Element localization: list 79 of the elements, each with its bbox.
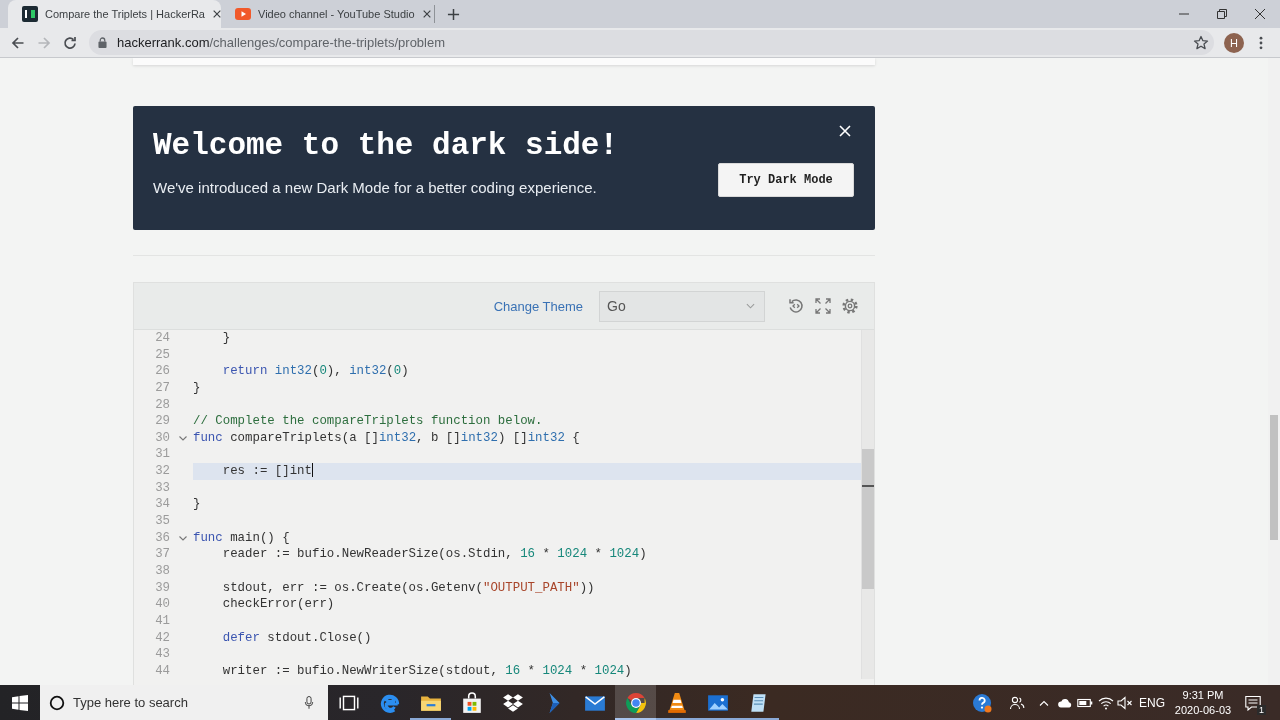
line-number: 36 xyxy=(154,529,170,547)
line-number: 32 xyxy=(154,463,170,480)
scroll-marker-icon xyxy=(862,485,874,487)
traffic-cone-icon xyxy=(665,691,688,714)
chevron-up-icon[interactable] xyxy=(1039,699,1049,706)
menu-icon[interactable] xyxy=(1259,35,1263,50)
line-number: 27 xyxy=(154,379,170,397)
line-number: 35 xyxy=(154,513,170,530)
line-number: 39 xyxy=(154,579,170,597)
code-line: } xyxy=(193,497,201,512)
line-number: 30 xyxy=(154,429,170,447)
line-number: 40 xyxy=(154,596,170,613)
browser-tab[interactable]: Video channel - YouTube Studio xyxy=(221,0,434,28)
chevron-down-icon xyxy=(746,303,755,309)
shopping-bag-icon xyxy=(460,691,483,714)
search-icon xyxy=(49,695,65,711)
line-number: 31 xyxy=(154,446,170,464)
circle-logo-icon xyxy=(624,691,647,714)
line-number: 24 xyxy=(154,330,170,347)
language-indicator[interactable]: ENG xyxy=(1139,695,1165,710)
back-icon[interactable] xyxy=(10,34,26,51)
new-tab-icon[interactable] xyxy=(447,7,460,21)
restore-icon[interactable] xyxy=(1217,9,1227,19)
help-icon[interactable] xyxy=(972,692,992,713)
line-number: 28 xyxy=(154,396,170,414)
lock-icon xyxy=(98,37,107,48)
bookmark-star-icon[interactable] xyxy=(1193,34,1209,51)
code-line: // Complete the compareTriplets function below. xyxy=(193,414,543,429)
address-bar[interactable]: hackerrank.com/challenges/compare-the-triplets/problem xyxy=(89,30,1214,55)
favicon-icon xyxy=(22,6,38,22)
notification-icon[interactable] xyxy=(1245,694,1261,711)
code-line: } xyxy=(193,380,201,395)
code-line: } xyxy=(222,331,231,345)
line-number: 38 xyxy=(154,562,170,580)
scrollbar-thumb[interactable] xyxy=(862,449,874,589)
people-icon[interactable] xyxy=(1009,694,1025,711)
code-line: writer := bufio.NewWriterSize(stdout, 16 * 1024 * 1024) xyxy=(222,663,632,678)
code-line: res := []int xyxy=(222,464,313,479)
clock[interactable]: 9:31 PM 2020-06-03 xyxy=(1174,687,1232,718)
window-panes-icon[interactable] xyxy=(12,694,28,711)
browser-tab[interactable]: Compare the Triplets | HackerRa xyxy=(8,0,221,28)
line-number: 44 xyxy=(154,662,170,680)
line-number: 33 xyxy=(154,479,170,497)
code-line: func compareTriplets(a []int32, b []int32) []int32 { xyxy=(193,430,580,445)
code-line: func main() { xyxy=(193,530,290,545)
play-icon xyxy=(235,6,251,22)
muted-speaker-icon[interactable] xyxy=(1117,694,1133,711)
line-number: 34 xyxy=(154,496,170,514)
change-theme-link[interactable]: Change Theme xyxy=(493,298,583,314)
banner-text: We've introduced a new Dark Mode for a better coding experience. xyxy=(153,178,598,198)
notification-count: 1 xyxy=(1257,704,1266,715)
code-line: return int32(0), int32(0) xyxy=(222,364,409,379)
line-number: 26 xyxy=(154,363,170,380)
settings-icon[interactable] xyxy=(841,297,859,315)
history-icon[interactable] xyxy=(787,297,805,315)
code-line: reader := bufio.NewReaderSize(os.Stdin, 16 * 1024 * 1024) xyxy=(222,547,647,562)
banner-title: Welcome to the dark side! xyxy=(153,128,619,164)
diamonds-icon xyxy=(501,691,524,714)
line-number: 29 xyxy=(154,413,170,430)
search-field[interactable]: Type here to search xyxy=(40,685,328,720)
close-icon[interactable] xyxy=(421,9,432,19)
close-icon[interactable] xyxy=(212,9,222,19)
reload-icon[interactable] xyxy=(62,34,78,51)
language-select[interactable]: Go xyxy=(599,290,765,322)
line-number: 25 xyxy=(154,346,170,364)
fullscreen-icon[interactable] xyxy=(814,297,832,315)
editor-scrollbar[interactable] xyxy=(861,330,874,680)
scrollbar-thumb[interactable] xyxy=(1270,415,1278,540)
line-number: 37 xyxy=(154,546,170,563)
close-icon[interactable] xyxy=(1255,9,1265,19)
code-line: stdout, err := os.Create(os.Getenv("OUTPUT_PATH")) xyxy=(222,580,595,595)
profile-avatar[interactable]: H xyxy=(1224,32,1244,53)
try-dark-mode-button[interactable]: Try Dark Mode xyxy=(718,163,854,197)
code-line: checkError(err) xyxy=(222,597,335,612)
line-number: 43 xyxy=(154,646,170,663)
microphone-icon[interactable] xyxy=(304,695,314,710)
code-line: defer stdout.Close() xyxy=(222,630,372,645)
line-number: 42 xyxy=(154,629,170,647)
line-number: 41 xyxy=(154,612,170,630)
